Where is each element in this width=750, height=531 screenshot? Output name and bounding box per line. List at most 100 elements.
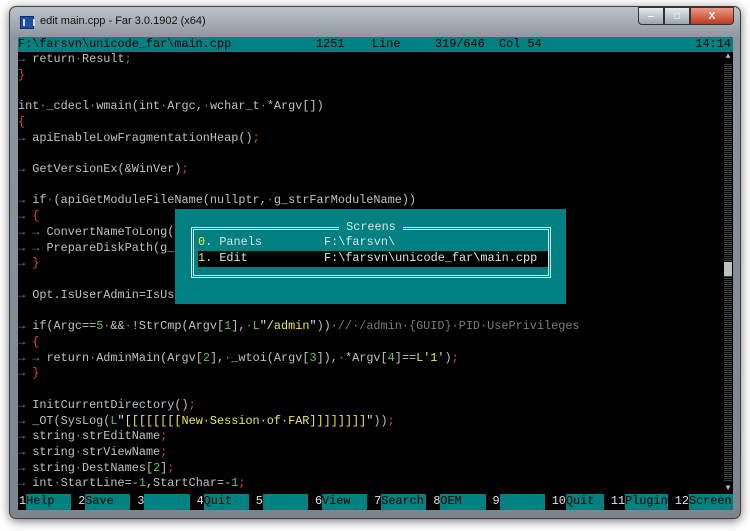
code-token: InitCurrentDirectory() xyxy=(32,397,189,412)
screens-item-label: . Panels xyxy=(205,235,262,249)
code-token: → xyxy=(18,52,33,66)
code-line[interactable]: → return·Result; xyxy=(18,52,723,68)
fkey-10-quit[interactable]: 10 Quit xyxy=(550,494,610,510)
code-token: AdminMain(Argv[ xyxy=(96,350,203,365)
fkey-number: 2 xyxy=(77,494,86,510)
code-token: · xyxy=(46,193,54,208)
code-token: L xyxy=(110,413,118,428)
code-token: return xyxy=(46,350,90,365)
code-token: → xyxy=(18,444,33,459)
fkey-8-oem[interactable]: 8 OEM xyxy=(432,494,491,510)
fkey-4-quit[interactable]: 4 Quit xyxy=(195,494,255,510)
code-line[interactable] xyxy=(18,304,723,320)
code-token: _OT(SysLog( xyxy=(32,413,111,428)
code-line[interactable]: → { xyxy=(18,335,723,351)
code-token: wmain(int xyxy=(96,99,161,114)
vertical-scrollbar[interactable]: ▲ ▼ xyxy=(723,52,733,494)
code-token: *Argv[]) xyxy=(266,99,324,114)
fkey-2-save[interactable]: 2 Save xyxy=(77,494,136,510)
status-codepage: 1251 xyxy=(316,37,345,51)
code-line[interactable]: → GetVersionEx(&WinVer); xyxy=(18,162,723,178)
code-token: strViewName xyxy=(81,444,161,459)
code-line[interactable]: → string·strViewName; xyxy=(18,445,723,461)
fkey-5[interactable]: 5 xyxy=(254,494,314,510)
scroll-down-arrow-icon[interactable]: ▼ xyxy=(723,484,733,494)
fkey-label xyxy=(499,494,545,510)
code-line[interactable]: → string·strEditName; xyxy=(18,429,723,445)
code-token: → xyxy=(18,319,33,334)
code-token: ; xyxy=(387,413,395,428)
code-line[interactable]: } xyxy=(18,68,723,84)
code-token: strEditName xyxy=(81,429,161,444)
code-token: GetVersionEx(&WinVer) xyxy=(32,162,182,177)
fkey-7-search[interactable]: 7 Search xyxy=(373,494,432,510)
code-token: → xyxy=(18,476,33,491)
code-token: → → xyxy=(18,240,47,255)
code-token: · xyxy=(74,429,82,444)
minimize-button[interactable]: – xyxy=(638,7,664,25)
code-token: )) xyxy=(316,319,331,334)
fkey-6-view[interactable]: 6 View xyxy=(313,494,373,510)
code-line[interactable]: → apiEnableLowFragmentationHeap(); xyxy=(18,131,723,147)
code-line[interactable]: → → return·AdminMain(Argv[2],·_wtoi(Argv… xyxy=(18,351,723,367)
fkey-3[interactable]: 3 xyxy=(136,494,195,510)
fkey-number: 5 xyxy=(254,494,263,510)
scroll-thumb[interactable] xyxy=(724,261,732,276)
code-line[interactable]: → string·DestNames[2]; xyxy=(18,461,723,477)
code-token: } xyxy=(32,256,40,271)
code-line[interactable]: → _OT(SysLog(L"[[[[[[[[New·Session·of·FA… xyxy=(18,414,723,430)
code-token: ; xyxy=(160,444,168,459)
code-token: · xyxy=(53,476,61,491)
code-token: → xyxy=(18,162,33,177)
code-line[interactable]: → } xyxy=(18,366,723,382)
fkey-1-help[interactable]: 1 Help xyxy=(18,494,77,510)
console-area[interactable]: F:\farsvn\unicode_far\main.cpp 1251 Line… xyxy=(18,37,733,510)
code-line[interactable]: { xyxy=(18,115,723,131)
code-token: Argc, xyxy=(167,99,203,114)
code-token: · xyxy=(337,350,345,365)
code-line[interactable] xyxy=(18,382,723,398)
screens-item-edit[interactable]: 1. Edit F:\farsvn\unicode_far\main.cpp xyxy=(198,251,548,267)
title-bar[interactable]: edit main.cpp - Far 3.0.1902 (x64) – □ X xyxy=(10,7,740,37)
code-token: Result xyxy=(81,52,125,66)
code-token: " xyxy=(309,319,317,334)
status-file-path: F:\farsvn\unicode_far\main.cpp xyxy=(18,37,232,51)
code-token: string xyxy=(32,460,75,475)
fkey-11-plugin[interactable]: 11 Plugin xyxy=(609,494,674,510)
code-token: return xyxy=(32,52,75,66)
code-token: → xyxy=(18,429,33,444)
code-token: { xyxy=(18,114,26,129)
scroll-up-arrow-icon[interactable]: ▲ xyxy=(723,52,733,62)
screens-dialog-title: Screens xyxy=(339,220,403,234)
close-button[interactable]: X xyxy=(690,7,734,25)
code-line[interactable]: → int·StartLine=-1,StartChar=-1; xyxy=(18,476,723,492)
code-token: ; xyxy=(451,350,459,365)
code-line[interactable]: → if·(apiGetModuleFileName(nullptr,·g_st… xyxy=(18,193,723,209)
code-token: { xyxy=(32,334,40,349)
fkey-9[interactable]: 9 xyxy=(491,494,551,510)
status-column: Col 54 xyxy=(499,37,542,51)
code-token: wchar_t xyxy=(209,99,260,114)
code-line[interactable] xyxy=(18,146,723,162)
far-editor-window: edit main.cpp - Far 3.0.1902 (x64) – □ X… xyxy=(9,6,741,519)
code-token: DestNames[ xyxy=(81,460,154,475)
fkey-number: 12 xyxy=(673,494,689,510)
code-token: !StrCmp(Argv[ xyxy=(131,319,225,334)
code-line[interactable] xyxy=(18,178,723,194)
code-line[interactable]: → InitCurrentDirectory(); xyxy=(18,398,723,414)
code-line[interactable]: → if(Argc==5·&&·!StrCmp(Argv[1],·L"/admi… xyxy=(18,319,723,335)
code-token: apiEnableLowFragmentationHeap() xyxy=(32,130,253,145)
fkey-number: 3 xyxy=(136,494,145,510)
code-line[interactable]: int·_cdecl·wmain(int·Argc,·wchar_t·*Argv… xyxy=(18,99,723,115)
fkey-label: Help xyxy=(26,494,72,510)
code-token: → xyxy=(18,256,33,271)
code-token: → xyxy=(18,193,33,208)
code-token: string xyxy=(32,444,75,459)
code-token: → xyxy=(18,334,33,349)
code-token: L'1' xyxy=(416,350,445,365)
screens-item-panels[interactable]: 0. Panels F:\farsvn\ xyxy=(198,235,548,251)
fkey-number: 8 xyxy=(432,494,441,510)
fkey-12-screen[interactable]: 12 Screen xyxy=(673,494,733,510)
code-line[interactable] xyxy=(18,83,723,99)
maximize-button[interactable]: □ xyxy=(664,7,690,25)
